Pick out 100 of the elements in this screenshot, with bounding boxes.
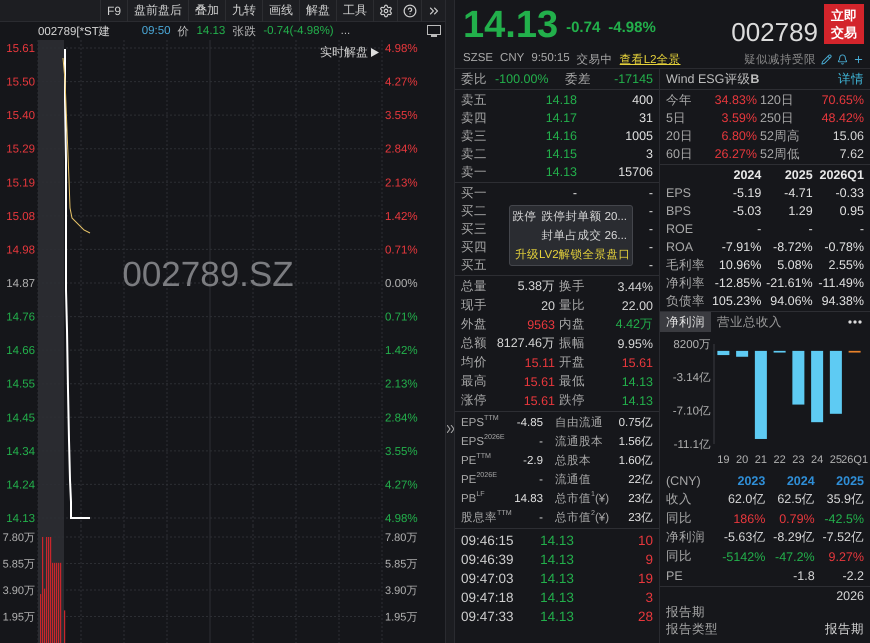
bid-level-label: 买三 xyxy=(461,220,487,238)
row-label: 净利润 xyxy=(666,529,705,546)
volume-tick-label: 1.95万 xyxy=(385,612,418,624)
metric-value: 14.83 xyxy=(514,492,543,504)
change-label: 张跌 xyxy=(232,24,256,38)
bid-level-label: 买二 xyxy=(461,202,487,220)
table-cell: -5.19 xyxy=(732,186,762,200)
price-tick-label: 15.50 xyxy=(6,76,35,89)
percent-tick-label: 2.84% xyxy=(385,144,418,156)
double-chevron-icon[interactable] xyxy=(446,425,454,433)
axis-tick-label: 26Q1 xyxy=(841,454,868,466)
profit-bar xyxy=(717,350,730,356)
table-cell: 5.08% xyxy=(777,258,813,272)
price-label: 价 xyxy=(178,24,190,38)
volume-tick-label: 5.85万 xyxy=(2,558,35,570)
table-cell: 186% xyxy=(733,512,766,526)
table-cell: -42.5% xyxy=(824,512,864,526)
chart-tab[interactable]: 净利润 xyxy=(660,312,711,332)
info-label: 报告期 xyxy=(666,604,705,621)
trade-volume: 10 xyxy=(638,533,653,548)
price-tick-label: 15.40 xyxy=(6,110,35,122)
toolbar-button[interactable]: 工具 xyxy=(336,0,373,22)
row-label: ROA xyxy=(666,240,694,254)
stat-label: 换手 xyxy=(559,278,585,295)
info-value: 报告期 xyxy=(825,621,864,638)
toolbar-button[interactable]: 叠加 xyxy=(188,0,225,22)
settings-icon xyxy=(378,4,392,18)
realtime-analysis-button[interactable]: 实时解盘 xyxy=(320,44,379,61)
toolbar-button[interactable]: F9 xyxy=(100,0,127,22)
limit-tag: 跌停 xyxy=(512,209,536,224)
price-tick-label: 15.61 xyxy=(6,43,35,55)
l2-link[interactable]: 查看L2全景 xyxy=(620,52,680,66)
bid-volume: - xyxy=(648,240,653,254)
toolbar-button[interactable]: 画线 xyxy=(262,0,299,22)
quote-time: 9:50:15 xyxy=(531,52,570,66)
period-value: 3.59% xyxy=(722,111,757,125)
axis-tick-label: 20 xyxy=(736,454,748,466)
window-icon xyxy=(427,25,441,37)
ask-price: 14.17 xyxy=(546,111,577,125)
esg-rating: Wind ESG评级B xyxy=(666,70,760,88)
column-header: 2024 xyxy=(786,474,815,488)
ask-volume: 3 xyxy=(646,147,653,161)
ask-level-label: 卖二 xyxy=(461,146,487,162)
period-value: 7.62 xyxy=(840,147,864,161)
table-cell: 62.0亿 xyxy=(728,491,766,508)
price-tick-label: 14.76 xyxy=(6,312,35,324)
details-link[interactable]: 详情 xyxy=(838,70,864,88)
toolbar-button[interactable]: 盘前盘后 xyxy=(127,0,188,22)
price-tick-label: 14.98 xyxy=(6,244,35,256)
row-label: ROE xyxy=(666,222,694,236)
percent-tick-label: 4.98% xyxy=(385,513,418,525)
stat-value: 15.61 xyxy=(622,356,653,370)
stat-value: 22.00 xyxy=(622,298,653,312)
price-tick-label: 15.19 xyxy=(6,177,35,190)
table-cell: -8.72% xyxy=(773,240,813,254)
bell-icon[interactable] xyxy=(837,54,848,64)
metric-value: - xyxy=(539,512,543,524)
metric-label: 总股本 xyxy=(555,454,591,468)
bid-level-label: 买五 xyxy=(461,256,487,274)
volume-tick-label: 7.80万 xyxy=(2,532,35,544)
info-value: 2026 xyxy=(836,588,864,602)
metric-value: 0.75亿 xyxy=(618,416,653,430)
ask-level-label: 卖一 xyxy=(461,164,487,180)
table-cell: 62.5亿 xyxy=(777,491,815,508)
metric-label: PB$^{LF}$ xyxy=(461,492,485,504)
percent-tick-label: 4.98% xyxy=(385,43,418,55)
exchange-label: SZSE xyxy=(463,52,494,66)
table-cell: -8.29亿 xyxy=(773,529,815,546)
metric-label: PE$^{2026E}$ xyxy=(461,474,497,486)
toolbar-button[interactable]: 解盘 xyxy=(299,0,336,22)
percent-tick-label: 4.27% xyxy=(385,76,418,89)
upgrade-link[interactable]: 升级LV2解锁全景盘口 xyxy=(515,247,627,262)
toolbar-button[interactable]: 九转 xyxy=(225,0,262,22)
axis-tick-label: 24 xyxy=(811,454,824,466)
more-button[interactable] xyxy=(848,320,862,324)
more-text: ... xyxy=(340,25,350,37)
profit-bar xyxy=(811,350,824,422)
table-cell: -5.63亿 xyxy=(724,529,766,546)
plus-icon[interactable] xyxy=(853,54,864,64)
stat-label: 振幅 xyxy=(559,335,585,352)
table-cell: -2.2 xyxy=(842,568,864,582)
pencil-icon[interactable] xyxy=(821,54,832,64)
trade-button[interactable]: 立即交易 xyxy=(824,4,864,44)
column-header: 2024 xyxy=(734,168,762,182)
chart-tab[interactable]: 营业总收入 xyxy=(711,312,788,332)
period-label: 20日 xyxy=(666,128,693,144)
ask-volume: 31 xyxy=(639,111,653,125)
table-cell: -5.03 xyxy=(732,204,762,218)
price-tick-label: 14.87 xyxy=(6,278,35,290)
percent-tick-label: 3.55% xyxy=(385,446,418,458)
table-cell: -7.91% xyxy=(722,240,762,254)
metric-value: 1.60亿 xyxy=(618,454,653,468)
table-cell: 94.38% xyxy=(822,294,864,308)
bid-volume: - xyxy=(648,204,653,218)
period-label: 60日 xyxy=(666,146,693,162)
more-icon xyxy=(848,320,862,324)
percent-tick-label: 4.27% xyxy=(385,479,418,492)
popup-text: 跌停封单额 20... xyxy=(541,210,627,224)
percent-tick-label: 1.42% xyxy=(385,210,418,223)
stat-label: 总额 xyxy=(461,335,487,352)
